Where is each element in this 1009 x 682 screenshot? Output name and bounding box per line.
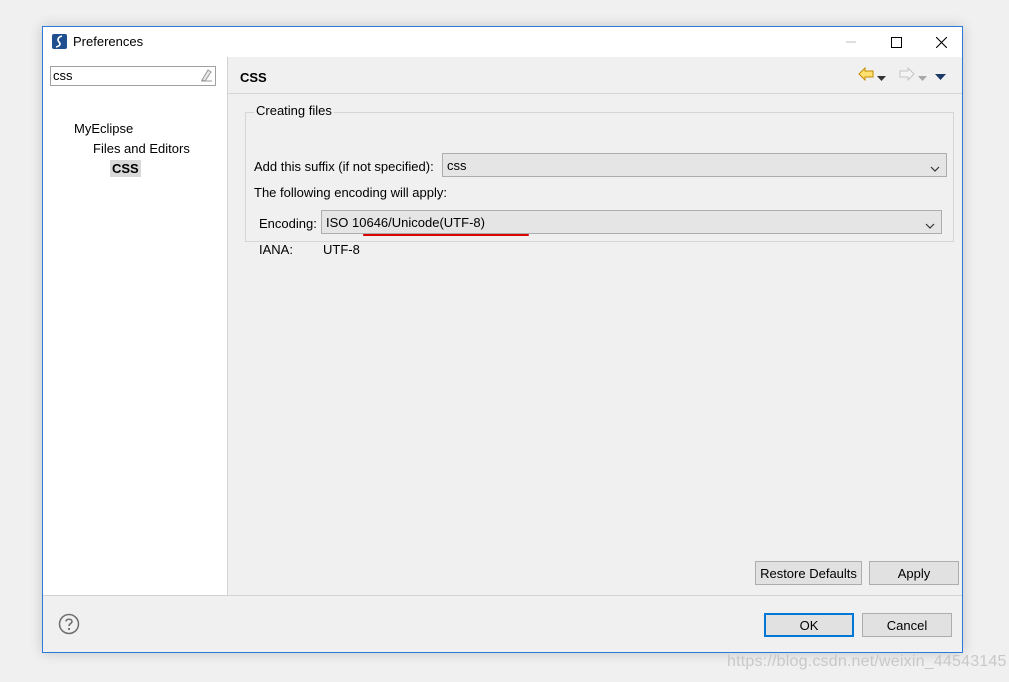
chevron-down-icon bbox=[925, 218, 935, 233]
app-icon bbox=[52, 34, 67, 49]
tree-item-css[interactable]: CSS bbox=[110, 160, 141, 177]
view-menu-icon bbox=[935, 74, 946, 80]
encoding-combo[interactable]: ISO 10646/Unicode(UTF-8) bbox=[321, 210, 942, 234]
encoding-value: ISO 10646/Unicode(UTF-8) bbox=[326, 215, 485, 230]
preferences-dialog: Preferences MyEclipse Files and Editors … bbox=[42, 26, 963, 653]
forward-arrow-icon bbox=[899, 66, 915, 82]
close-button[interactable] bbox=[918, 27, 964, 57]
close-icon bbox=[935, 36, 947, 48]
header-separator bbox=[228, 93, 962, 94]
dropdown-icon bbox=[877, 76, 886, 81]
help-icon[interactable] bbox=[58, 613, 80, 635]
clear-filter-icon[interactable] bbox=[199, 68, 213, 82]
view-menu-button[interactable] bbox=[935, 69, 946, 84]
filter-input[interactable] bbox=[53, 68, 193, 83]
apply-button[interactable]: Apply bbox=[869, 561, 959, 585]
suffix-label: Add this suffix (if not specified): bbox=[254, 159, 434, 174]
tree-item-files-and-editors[interactable]: Files and Editors bbox=[93, 141, 190, 156]
footer-separator bbox=[43, 595, 962, 596]
maximize-button[interactable] bbox=[873, 27, 919, 57]
forward-button[interactable] bbox=[899, 66, 915, 84]
restore-defaults-button[interactable]: Restore Defaults bbox=[755, 561, 862, 585]
iana-value: UTF-8 bbox=[323, 242, 360, 257]
suffix-combo[interactable]: css bbox=[442, 153, 947, 177]
tree-item-myeclipse[interactable]: MyEclipse bbox=[74, 121, 133, 136]
dialog-title: Preferences bbox=[73, 34, 144, 49]
suffix-value: css bbox=[447, 158, 467, 173]
encoding-note: The following encoding will apply: bbox=[254, 185, 447, 200]
iana-label: IANA: bbox=[259, 242, 293, 257]
back-dropdown-button[interactable] bbox=[877, 70, 886, 85]
minimize-icon bbox=[846, 41, 856, 43]
page-title: CSS bbox=[240, 70, 267, 85]
encoding-label: Encoding: bbox=[259, 216, 317, 231]
dropdown-icon bbox=[918, 76, 927, 81]
back-arrow-icon bbox=[858, 66, 874, 82]
forward-dropdown-button[interactable] bbox=[918, 70, 927, 85]
maximize-icon bbox=[890, 36, 902, 48]
watermark: https://blog.csdn.net/weixin_44543145 bbox=[727, 653, 1007, 670]
back-button[interactable] bbox=[858, 66, 874, 84]
title-bar: Preferences bbox=[43, 27, 962, 57]
minimize-button[interactable] bbox=[828, 27, 874, 57]
cancel-button[interactable]: Cancel bbox=[862, 613, 952, 637]
chevron-down-icon bbox=[930, 161, 940, 176]
preference-tree-pane: MyEclipse Files and Editors CSS bbox=[43, 57, 228, 595]
highlight-underline bbox=[363, 234, 529, 236]
creating-files-title: Creating files bbox=[254, 103, 334, 118]
filter-field[interactable] bbox=[50, 66, 216, 86]
ok-button[interactable]: OK bbox=[764, 613, 854, 637]
preference-page-pane: CSS Creating files Add this suffix (if n… bbox=[228, 57, 962, 595]
